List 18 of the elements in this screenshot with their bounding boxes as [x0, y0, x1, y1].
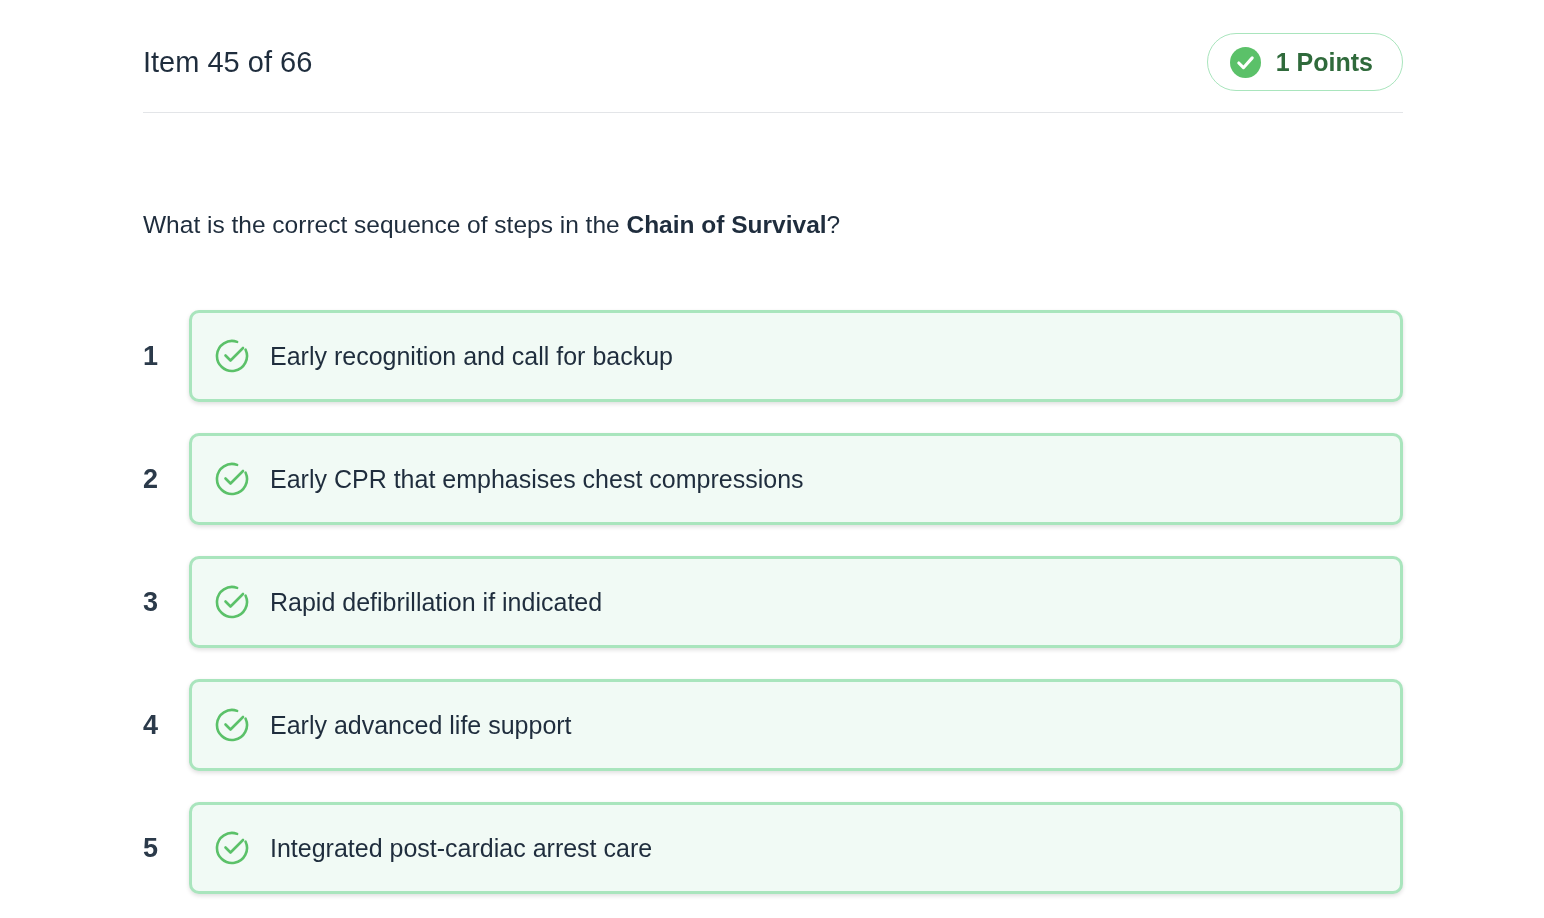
check-circle-icon: [214, 338, 250, 374]
check-circle-icon: [214, 707, 250, 743]
check-circle-icon: [214, 584, 250, 620]
check-circle-icon: [214, 830, 250, 866]
question-text: What is the correct sequence of steps in the Chain of Survival?: [143, 210, 841, 240]
item-counter: Item 45 of 66: [143, 45, 313, 79]
answer-text: Early recognition and call for backup: [270, 341, 673, 371]
check-circle-icon: [214, 461, 250, 497]
step-number: 2: [143, 463, 160, 495]
answer-text: Rapid defibrillation if indicated: [270, 587, 603, 617]
answer-text: Early CPR that emphasises chest compressions: [270, 464, 804, 494]
step-number: 4: [143, 709, 160, 741]
answer-text: Early advanced life support: [270, 710, 572, 740]
step-number: 3: [143, 586, 160, 618]
points-label: 1 Points: [1275, 47, 1373, 77]
answer-text: Integrated post-cardiac arrest care: [270, 833, 653, 863]
step-number: 1: [143, 340, 160, 372]
step-number: 5: [143, 832, 160, 864]
